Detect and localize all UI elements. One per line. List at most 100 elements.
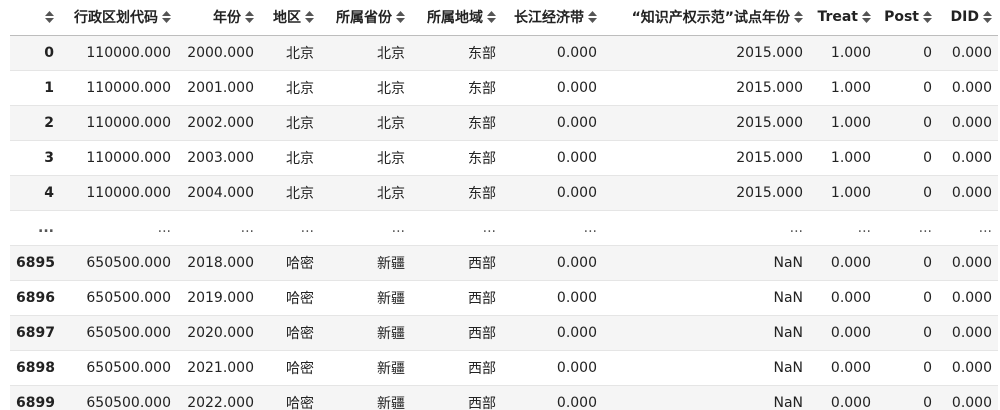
table-cell-yangtze-belt: ...	[502, 210, 603, 246]
table-cell-yangtze-belt: 0.000	[502, 315, 603, 351]
row-index: 4	[10, 175, 60, 211]
table-cell-year: 2021.000	[177, 350, 260, 386]
table-cell-province: ...	[320, 210, 411, 246]
sort-icon	[245, 11, 254, 24]
table-cell-treat: 1.000	[809, 35, 877, 71]
table-cell-post: 0	[877, 245, 938, 281]
row-index: 1	[10, 70, 60, 106]
column-header-province[interactable]: 所属省份	[320, 0, 411, 36]
table-cell-ip-pilot-year: NaN	[603, 350, 809, 386]
table-cell-region: 北京	[260, 105, 320, 141]
table-cell-admin-code: 650500.000	[60, 350, 177, 386]
table-cell-ip-pilot-year: 2015.000	[603, 175, 809, 211]
row-index: 6895	[10, 245, 60, 281]
table-cell-post: 0	[877, 70, 938, 106]
table-cell-area: 东部	[411, 35, 502, 71]
column-header-label: Post	[884, 9, 919, 26]
sort-icon	[45, 11, 54, 24]
table-cell-treat: 0.000	[809, 280, 877, 316]
column-header-index[interactable]	[10, 0, 60, 36]
table-row: 6897 650500.000 2020.000 哈密 新疆 西部 0.000 NaN 0.00…	[10, 315, 998, 351]
table-cell-province: 北京	[320, 35, 411, 71]
sort-icon	[305, 11, 314, 24]
column-header-post[interactable]: Post	[877, 0, 938, 36]
row-index: 3	[10, 140, 60, 176]
table-row: 6896 650500.000 2019.000 哈密 新疆 西部 0.000 NaN 0.00…	[10, 280, 998, 316]
row-index: 6897	[10, 315, 60, 351]
table-cell-did: 0.000	[938, 385, 998, 410]
column-header-label: DID	[950, 9, 979, 26]
table-cell-province: 新疆	[320, 385, 411, 410]
table-cell-yangtze-belt: 0.000	[502, 385, 603, 410]
header-row: 行政区划代码 年份 地区 所属省份 所属地域 长江经济带 “知识产权示范”试点年份 Treat…	[10, 0, 998, 36]
table-cell-treat: 0.000	[809, 315, 877, 351]
table-cell-treat: 1.000	[809, 105, 877, 141]
table-row: 6899 650500.000 2022.000 哈密 新疆 西部 0.000 NaN 0.00…	[10, 385, 998, 410]
table-cell-year: 2018.000	[177, 245, 260, 281]
table-cell-ip-pilot-year: 2015.000	[603, 105, 809, 141]
column-header-label: 地区	[273, 10, 301, 27]
ellipsis-row: .................................	[10, 210, 998, 246]
table-row: 6895 650500.000 2018.000 哈密 新疆 西部 0.000 NaN 0.00…	[10, 245, 998, 281]
sort-icon	[588, 11, 597, 24]
table-cell-region: 哈密	[260, 315, 320, 351]
table-row: 1 110000.000 2001.000 北京 北京 东部 0.000 2015.000 1.…	[10, 70, 998, 106]
column-header-did[interactable]: DID	[938, 0, 998, 36]
table-cell-ip-pilot-year: NaN	[603, 315, 809, 351]
row-index: 0	[10, 35, 60, 71]
table-cell-region: 北京	[260, 35, 320, 71]
column-header-label: 长江经济带	[514, 10, 584, 27]
table-cell-area: 东部	[411, 175, 502, 211]
column-header-yangtze-belt[interactable]: 长江经济带	[502, 0, 603, 36]
table-cell-yangtze-belt: 0.000	[502, 35, 603, 71]
table-cell-treat: 1.000	[809, 70, 877, 106]
table-cell-area: 东部	[411, 140, 502, 176]
table-cell-region: 哈密	[260, 280, 320, 316]
table-row: 2 110000.000 2002.000 北京 北京 东部 0.000 2015.000 1.…	[10, 105, 998, 141]
table-cell-treat: ...	[809, 210, 877, 246]
column-header-ip-pilot-year[interactable]: “知识产权示范”试点年份	[603, 0, 809, 36]
row-index: 6896	[10, 280, 60, 316]
table-cell-treat: 0.000	[809, 350, 877, 386]
table-cell-ip-pilot-year: 2015.000	[603, 140, 809, 176]
table-cell-did: 0.000	[938, 35, 998, 71]
table-cell-yangtze-belt: 0.000	[502, 245, 603, 281]
table-cell-yangtze-belt: 0.000	[502, 350, 603, 386]
table-cell-yangtze-belt: 0.000	[502, 105, 603, 141]
table-cell-ip-pilot-year: 2015.000	[603, 70, 809, 106]
table-cell-admin-code: 110000.000	[60, 70, 177, 106]
dataframe-table: 行政区划代码 年份 地区 所属省份 所属地域 长江经济带 “知识产权示范”试点年份 Treat…	[10, 0, 998, 410]
table-cell-treat: 1.000	[809, 140, 877, 176]
table-cell-post: 0	[877, 35, 938, 71]
table-cell-year: 2004.000	[177, 175, 260, 211]
table-cell-yangtze-belt: 0.000	[502, 140, 603, 176]
column-header-year[interactable]: 年份	[177, 0, 260, 36]
table-cell-post: ...	[877, 210, 938, 246]
table-cell-province: 新疆	[320, 280, 411, 316]
table-cell-area: 东部	[411, 70, 502, 106]
table-cell-ip-pilot-year: NaN	[603, 385, 809, 410]
table-cell-post: 0	[877, 105, 938, 141]
column-header-label: 所属地域	[427, 10, 483, 27]
table-cell-did: 0.000	[938, 175, 998, 211]
table-cell-did: ...	[938, 210, 998, 246]
column-header-area[interactable]: 所属地域	[411, 0, 502, 36]
table-cell-did: 0.000	[938, 245, 998, 281]
table-cell-province: 北京	[320, 70, 411, 106]
column-header-label: 行政区划代码	[74, 10, 158, 27]
table-cell-ip-pilot-year: 2015.000	[603, 35, 809, 71]
table-cell-yangtze-belt: 0.000	[502, 280, 603, 316]
table-cell-did: 0.000	[938, 350, 998, 386]
table-cell-region: 哈密	[260, 350, 320, 386]
column-header-region[interactable]: 地区	[260, 0, 320, 36]
table-row: 4 110000.000 2004.000 北京 北京 东部 0.000 2015.000 1.…	[10, 175, 998, 211]
column-header-admin-code[interactable]: 行政区划代码	[60, 0, 177, 36]
column-header-label: 年份	[213, 10, 241, 27]
table-cell-year: 2003.000	[177, 140, 260, 176]
table-cell-did: 0.000	[938, 70, 998, 106]
table-cell-yangtze-belt: 0.000	[502, 70, 603, 106]
column-header-treat[interactable]: Treat	[809, 0, 877, 36]
column-header-label: “知识产权示范”试点年份	[631, 10, 790, 27]
table-cell-region: 北京	[260, 70, 320, 106]
sort-icon	[862, 11, 871, 24]
